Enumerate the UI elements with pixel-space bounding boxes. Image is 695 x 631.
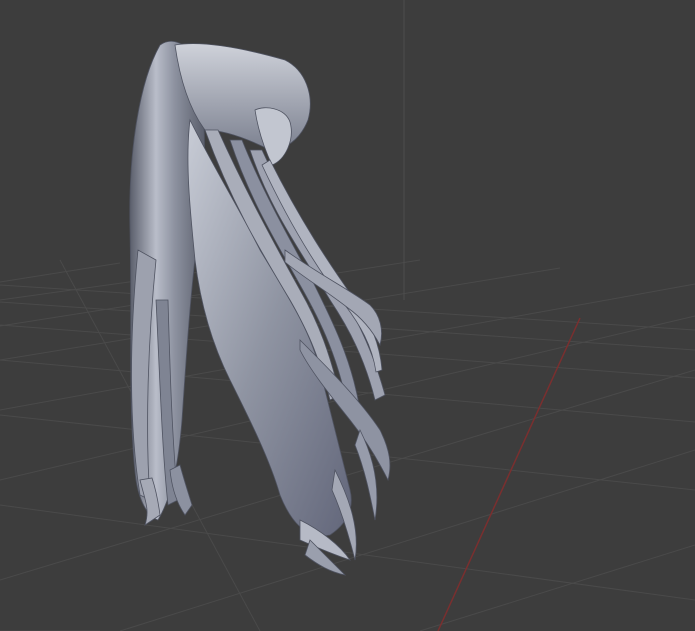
3d-viewport[interactable] — [0, 0, 695, 631]
